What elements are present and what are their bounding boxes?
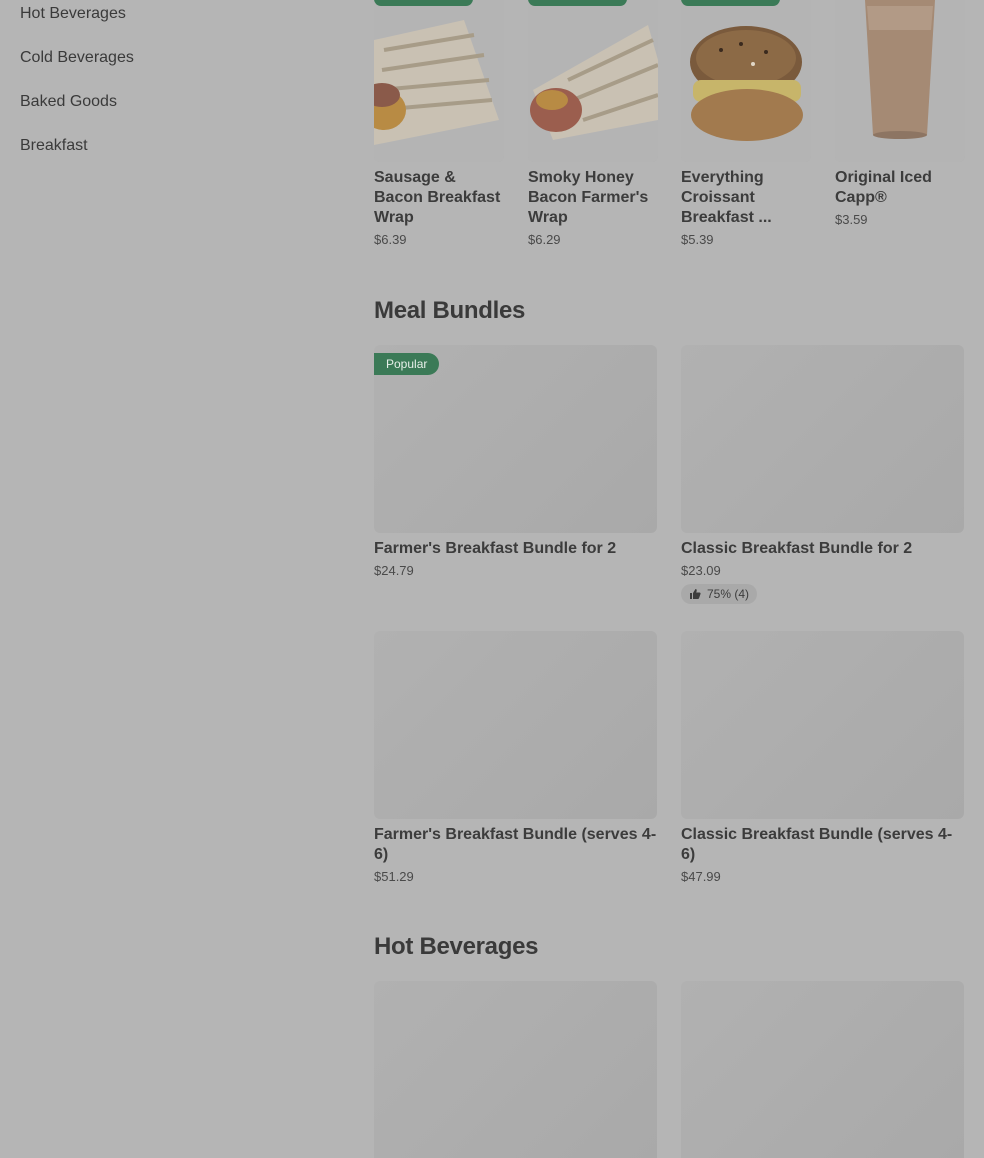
menu-item-card[interactable]: Sausage & Bacon Breakfast Wrap $6.39	[374, 0, 504, 247]
bundle-card[interactable]: Classic Breakfast Bundle for 2 $23.09 75…	[681, 345, 964, 605]
item-price: $23.09	[681, 563, 721, 578]
bundle-image[interactable]	[374, 631, 657, 819]
item-price: $5.39	[681, 232, 714, 247]
bundle-card[interactable]: Popular Farmer's Breakfast Bundle for 2 …	[374, 345, 657, 578]
item-price: $51.29	[374, 869, 414, 884]
item-name: Farmer's Breakfast Bundle (serves 4-6)	[374, 826, 657, 863]
bundle-image[interactable]: Popular	[374, 345, 657, 533]
item-badge	[374, 0, 473, 6]
sidebar-item-baked-goods[interactable]: Baked Goods	[20, 93, 117, 111]
menu-item-card[interactable]: Everything Croissant Breakfast ... $5.39	[681, 0, 811, 247]
menu-item-card[interactable]	[681, 981, 964, 1158]
item-badge	[681, 0, 780, 6]
menu-item-card[interactable]	[374, 981, 657, 1158]
item-price: $3.59	[835, 212, 868, 227]
drink-illustration	[835, 0, 965, 162]
section-title-meal-bundles: Meal Bundles	[374, 297, 526, 324]
item-name: Everything Croissant Breakfast ...	[681, 169, 772, 226]
sausage-bacon-wrap-image[interactable]	[374, 0, 504, 162]
wrap-illustration	[374, 0, 504, 162]
item-name: Original Iced Capp®	[835, 169, 932, 206]
item-price: $6.39	[374, 232, 407, 247]
bundle-card[interactable]: Farmer's Breakfast Bundle (serves 4-6) $…	[374, 631, 657, 884]
item-name: Sausage & Bacon Breakfast Wrap	[374, 169, 501, 226]
item-name: Farmer's Breakfast Bundle for 2	[374, 540, 617, 557]
section-title-hot-beverages: Hot Beverages	[374, 933, 539, 960]
bundle-image[interactable]	[681, 631, 964, 819]
thumbs-up-icon	[690, 589, 701, 599]
sidebar-item-breakfast[interactable]: Breakfast	[20, 137, 88, 155]
menu-item-card[interactable]: Smoky Honey Bacon Farmer's Wrap $6.29	[528, 0, 658, 247]
sidebar-item-hot-beverages[interactable]: Hot Beverages	[20, 5, 126, 23]
menu-item-card[interactable]: Original Iced Capp® $3.59	[835, 0, 965, 227]
item-badge	[528, 0, 627, 6]
item-name: Smoky Honey Bacon Farmer's Wrap	[528, 169, 649, 226]
bundle-image[interactable]	[681, 345, 964, 533]
wrap-illustration	[528, 0, 658, 162]
sidebar-item-cold-beverages[interactable]: Cold Beverages	[20, 49, 134, 67]
item-name: Classic Breakfast Bundle for 2	[681, 540, 913, 557]
item-name: Classic Breakfast Bundle (serves 4-6)	[681, 826, 953, 863]
item-price: $6.29	[528, 232, 561, 247]
smoky-honey-wrap-image[interactable]	[528, 0, 658, 162]
rating-badge: 75% (4)	[681, 584, 758, 604]
item-price: $47.99	[681, 869, 721, 884]
popular-badge: Popular	[374, 353, 440, 375]
sandwich-illustration	[681, 0, 811, 162]
rating-text: 75% (4)	[707, 587, 750, 601]
iced-capp-image[interactable]	[835, 0, 965, 162]
beverage-image[interactable]	[374, 981, 657, 1158]
beverage-image[interactable]	[681, 981, 964, 1158]
item-price: $24.79	[374, 563, 414, 578]
everything-croissant-image[interactable]	[681, 0, 811, 162]
bundle-card[interactable]: Classic Breakfast Bundle (serves 4-6) $4…	[681, 631, 964, 884]
